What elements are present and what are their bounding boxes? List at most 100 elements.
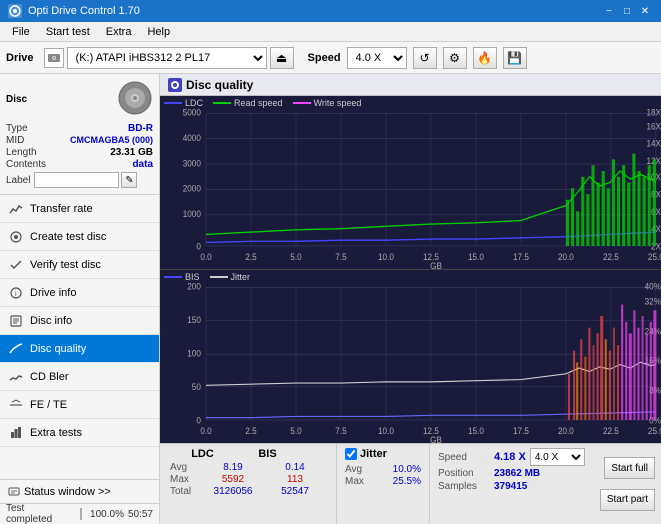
svg-text:2.5: 2.5 — [245, 251, 257, 262]
disc-icon — [117, 80, 153, 119]
sidebar-item-disc-quality[interactable]: Disc quality — [0, 335, 159, 363]
svg-text:14X: 14X — [646, 138, 661, 149]
maximize-button[interactable]: □ — [619, 4, 635, 18]
stats-area: LDC BIS Avg 8.19 0.14 Max 5592 113 Tot — [160, 444, 661, 524]
jitter-legend-label: Jitter — [231, 272, 251, 282]
window-controls: − □ ✕ — [601, 4, 653, 18]
extra-tests-icon — [8, 425, 24, 441]
jitter-title: Jitter — [360, 448, 387, 460]
jitter-legend-color — [210, 276, 228, 278]
status-window-icon — [8, 486, 20, 498]
refresh-button[interactable]: ↺ — [413, 47, 437, 69]
total-bis-value: 52547 — [264, 486, 326, 497]
sidebar-item-transfer-rate[interactable]: Transfer rate — [0, 195, 159, 223]
app-icon — [8, 4, 22, 18]
status-window-button[interactable]: Status window >> — [0, 480, 159, 504]
title-bar: Opti Drive Control 1.70 − □ ✕ — [0, 0, 661, 22]
chart-header-icon — [168, 78, 182, 92]
main-content: Disc quality LDC Read speed — [160, 74, 661, 524]
sidebar-item-fe-te[interactable]: FE / TE — [0, 391, 159, 419]
jitter-max-value: 25.5% — [381, 476, 421, 487]
svg-text:25.0: 25.0 — [648, 425, 661, 436]
svg-text:0: 0 — [196, 241, 201, 252]
jitter-avg-value: 10.0% — [381, 464, 421, 475]
fe-te-icon — [8, 397, 24, 413]
speed-stat-value: 4.18 X — [494, 451, 526, 463]
speed-select[interactable]: 4.0 X — [347, 47, 407, 69]
settings-button[interactable]: ⚙ — [443, 47, 467, 69]
avg-bis-value: 0.14 — [264, 462, 326, 473]
label-edit-button[interactable]: ✎ — [121, 172, 137, 188]
bis-legend-label: BIS — [185, 272, 200, 282]
charts-area: LDC Read speed Write speed — [160, 96, 661, 443]
sidebar-item-drive-info[interactable]: i Drive info — [0, 279, 159, 307]
ldc-col-header: LDC — [170, 448, 235, 460]
cd-bler-icon — [8, 369, 24, 385]
ldc-legend-color — [164, 102, 182, 104]
svg-text:10.0: 10.0 — [378, 425, 394, 436]
svg-text:200: 200 — [187, 281, 201, 292]
start-part-button[interactable]: Start part — [600, 489, 655, 511]
speed-label: Speed — [308, 52, 341, 64]
jitter-checkbox[interactable] — [345, 448, 357, 460]
disc-panel: Disc Type BD-R MID CMCMAGBA — [0, 74, 159, 195]
top-chart-svg: 0 1000 2000 3000 4000 5000 2X 4X 6X — [160, 96, 661, 269]
save-button[interactable]: 💾 — [503, 47, 527, 69]
drive-select[interactable]: (K:) ATAPI iHBS312 2 PL17 — [67, 47, 267, 69]
status-text: Test completed — [6, 503, 72, 524]
avg-label: Avg — [170, 462, 202, 473]
total-label: Total — [170, 486, 202, 497]
disc-info-grid: Type BD-R MID CMCMAGBA5 (000) Length 23.… — [6, 123, 153, 188]
svg-text:20.0: 20.0 — [558, 425, 574, 436]
total-ldc-value: 3126056 — [202, 486, 264, 497]
menu-help[interactable]: Help — [139, 24, 178, 40]
sidebar-bottom: Status window >> Test completed 100.0% 5… — [0, 479, 159, 524]
burn-button[interactable]: 🔥 — [473, 47, 497, 69]
svg-text:32%: 32% — [645, 296, 661, 307]
read-speed-legend-label: Read speed — [234, 98, 283, 108]
eject-button[interactable]: ⏏ — [270, 47, 294, 69]
disc-quality-label: Disc quality — [30, 343, 86, 355]
menu-bar: File Start test Extra Help — [0, 22, 661, 42]
create-test-disc-label: Create test disc — [30, 231, 106, 243]
drive-icon — [44, 48, 64, 68]
svg-text:150: 150 — [187, 315, 201, 326]
svg-text:i: i — [15, 291, 17, 298]
svg-text:0.0: 0.0 — [200, 251, 212, 262]
bottom-chart-svg: 0 50 100 150 200 0% 8% 16% 24% 32% — [160, 270, 661, 443]
write-speed-legend-color — [293, 102, 311, 104]
menu-extra[interactable]: Extra — [98, 24, 140, 40]
status-bar: Test completed 100.0% 50:57 — [0, 504, 159, 524]
sidebar-item-create-test-disc[interactable]: Create test disc — [0, 223, 159, 251]
svg-text:GB: GB — [430, 435, 442, 443]
speed-dropdown[interactable]: 4.0 X — [530, 448, 585, 466]
write-speed-legend-label: Write speed — [314, 98, 362, 108]
svg-text:2.5: 2.5 — [245, 425, 257, 436]
max-label: Max — [170, 474, 202, 485]
chart-bottom: BIS Jitter — [160, 270, 661, 443]
fe-te-label: FE / TE — [30, 399, 67, 411]
ldc-bis-stats: LDC BIS Avg 8.19 0.14 Max 5592 113 Tot — [160, 444, 336, 524]
avg-ldc-value: 8.19 — [202, 462, 264, 473]
sidebar-item-cd-bler[interactable]: CD Bler — [0, 363, 159, 391]
bottom-area: LDC BIS Avg 8.19 0.14 Max 5592 113 Tot — [160, 443, 661, 524]
sidebar-item-disc-info[interactable]: Disc info — [0, 307, 159, 335]
length-value: 23.31 GB — [110, 147, 153, 158]
label-input[interactable] — [34, 172, 119, 188]
type-value: BD-R — [128, 123, 153, 134]
menu-start-test[interactable]: Start test — [38, 24, 98, 40]
sidebar-nav: Transfer rate Create test disc Verify te… — [0, 195, 159, 479]
minimize-button[interactable]: − — [601, 4, 617, 18]
sidebar-item-verify-test-disc[interactable]: Verify test disc — [0, 251, 159, 279]
close-button[interactable]: ✕ — [637, 4, 653, 18]
svg-text:0: 0 — [196, 415, 201, 426]
menu-file[interactable]: File — [4, 24, 38, 40]
sidebar-item-extra-tests[interactable]: Extra tests — [0, 419, 159, 447]
bottom-chart-legend: BIS Jitter — [164, 272, 250, 282]
read-speed-legend-color — [213, 102, 231, 104]
svg-text:6X: 6X — [651, 206, 661, 217]
top-chart-legend: LDC Read speed Write speed — [164, 98, 361, 108]
progress-label: 100.0% — [90, 509, 124, 520]
svg-text:3000: 3000 — [183, 158, 201, 169]
start-full-button[interactable]: Start full — [604, 457, 655, 479]
